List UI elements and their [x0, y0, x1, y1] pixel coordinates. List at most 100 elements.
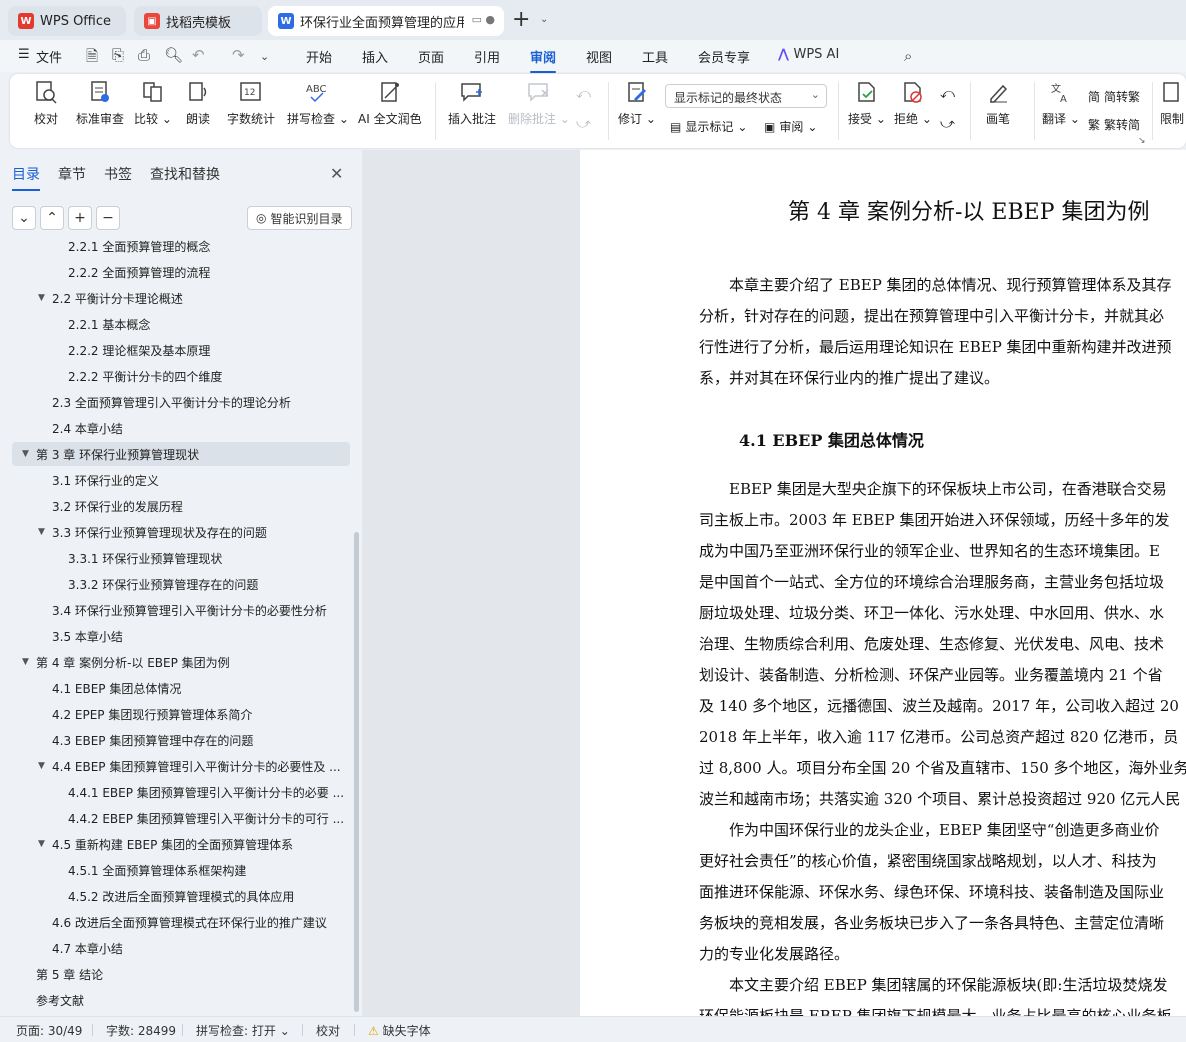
compare-button[interactable]: 比较 ⌄	[134, 74, 172, 127]
print-preview-icon[interactable]: 🔍︎	[164, 46, 183, 64]
toc-item[interactable]: 4.1 EBEP 集团总体情况	[38, 676, 350, 700]
read-aloud-button[interactable]: 朗读	[186, 74, 210, 127]
tab-find-replace[interactable]: 查找和替换	[150, 164, 220, 184]
toc-item[interactable]: ▼ 第 3 章 环保行业预算管理现状	[12, 442, 350, 466]
toc-item[interactable]: ▼ 2.2 平衡计分卡理论概述	[38, 286, 350, 310]
review-pane-button[interactable]: ▣ 审阅 ⌄	[764, 118, 817, 135]
new-tab-plus-icon[interactable]: +	[512, 9, 530, 31]
tab-document[interactable]: W 环保行业全面预算管理的应用研究 ▭ ●	[268, 6, 504, 36]
smart-toc-button[interactable]: ◎ 智能识别目录	[247, 206, 352, 230]
show-markup-button[interactable]: ▤ 显示标记 ⌄	[670, 118, 747, 135]
toc-item[interactable]: 4.6 改进后全面预算管理模式在环保行业的推广建议	[38, 910, 350, 934]
pen-button[interactable]: 画笔	[986, 74, 1010, 127]
next-change-icon[interactable]: ⤻	[940, 116, 955, 132]
expand-toggle-icon[interactable]: ▼	[38, 527, 52, 537]
close-icon[interactable]: ✕	[330, 164, 343, 183]
collapse-all-button[interactable]: ⌄	[12, 206, 36, 230]
toc-item[interactable]: 2.4 本章小结	[38, 416, 350, 440]
more-chevron-icon[interactable]: ⌄	[260, 50, 269, 63]
next-comment-icon[interactable]: ⤻	[576, 116, 591, 132]
track-changes-button[interactable]: 修订 ⌄	[618, 74, 656, 127]
toc-item[interactable]: 2.3 全面预算管理引入平衡计分卡的理论分析	[38, 390, 350, 414]
accept-button[interactable]: 接受 ⌄	[848, 74, 886, 127]
menu-file[interactable]: 文件	[36, 47, 62, 66]
toc-item[interactable]: ▼ 3.3 环保行业预算管理现状及存在的问题	[38, 520, 350, 544]
tab-toc[interactable]: 目录	[12, 164, 40, 191]
save-icon[interactable]: 🗎	[86, 46, 98, 71]
expand-toggle-icon[interactable]: ▼	[22, 657, 36, 667]
expand-toggle-icon[interactable]: ▼	[38, 293, 52, 303]
search-icon[interactable]: ⌕	[904, 47, 912, 65]
simp-to-trad-button[interactable]: 简简转繁	[1088, 88, 1140, 105]
tab-sections[interactable]: 章节	[58, 164, 86, 184]
menu-member[interactable]: 会员专享	[698, 47, 750, 66]
menu-tools[interactable]: 工具	[642, 47, 668, 66]
toc-item[interactable]: ▼ 4.5 重新构建 EBEP 集团的全面预算管理体系	[38, 832, 350, 856]
undo-icon[interactable]: ↶	[192, 46, 205, 64]
ribbon-expand-icon[interactable]: ↘	[1138, 136, 1146, 146]
reject-button[interactable]: 拒绝 ⌄	[894, 74, 932, 127]
toc-item[interactable]: 2.2.2 理论框架及基本原理	[54, 338, 350, 362]
toc-item[interactable]: 4.5.2 改进后全面预算管理模式的具体应用	[54, 884, 350, 908]
toc-item[interactable]: 4.7 本章小结	[38, 936, 350, 960]
toc-item[interactable]: 3.5 本章小结	[38, 624, 350, 648]
expand-toggle-icon[interactable]: ▼	[22, 449, 36, 459]
toc-item[interactable]: 4.5.1 全面预算管理体系框架构建	[54, 858, 350, 882]
toc-item[interactable]: ▼ 4.4 EBEP 集团预算管理引入平衡计分卡的必要性及 ...	[38, 754, 350, 778]
word-count-button[interactable]: 12 字数统计	[227, 74, 275, 127]
trad-to-simp-button[interactable]: 繁繁转简	[1088, 116, 1140, 133]
delete-comment-button[interactable]: 删除批注 ⌄	[508, 74, 570, 127]
toc-item[interactable]: 3.1 环保行业的定义	[38, 468, 350, 492]
tab-bookmarks[interactable]: 书签	[104, 164, 132, 184]
tab-wps-office[interactable]: W WPS Office	[8, 6, 126, 36]
toc-item[interactable]: 3.3.1 环保行业预算管理现状	[54, 546, 350, 570]
proof-button[interactable]: 校对	[34, 74, 58, 127]
menu-insert[interactable]: 插入	[362, 47, 388, 66]
monitor-icon[interactable]: ▭	[472, 13, 482, 26]
toc-item[interactable]: 4.4.1 EBEP 集团预算管理引入平衡计分卡的必要 ...	[54, 780, 350, 804]
toc-item[interactable]: 3.2 环保行业的发展历程	[38, 494, 350, 518]
hamburger-icon[interactable]: ☰	[18, 47, 30, 62]
print-icon[interactable]: ⎙	[138, 46, 150, 64]
ai-polish-button[interactable]: AI 全文润色	[358, 74, 422, 127]
menu-references[interactable]: 引用	[474, 47, 500, 66]
standard-review-button[interactable]: 标准审查	[76, 74, 124, 127]
menu-wps-ai[interactable]: ⋀ WPS AI	[778, 47, 839, 62]
toc-item[interactable]: ▼ 第 4 章 案例分析-以 EBEP 集团为例	[22, 650, 350, 674]
expand-up-button[interactable]: ⌃	[40, 206, 64, 230]
toc-item[interactable]: 3.3.2 环保行业预算管理存在的问题	[54, 572, 350, 596]
toc-item[interactable]: 4.3 EBEP 集团预算管理中存在的问题	[38, 728, 350, 752]
toc-item[interactable]: 4.2 EPEP 集团现行预算管理体系简介	[38, 702, 350, 726]
toc-item[interactable]: 参考文献	[22, 988, 350, 1012]
proof-indicator[interactable]: 校对	[316, 1022, 340, 1039]
export-icon[interactable]: ⎘	[112, 46, 124, 64]
spell-check-indicator[interactable]: 拼写检查: 打开 ⌄	[196, 1022, 290, 1039]
unsaved-dot-icon[interactable]: ●	[485, 13, 495, 26]
menu-view[interactable]: 视图	[586, 47, 612, 66]
expand-toggle-icon[interactable]: ▼	[38, 761, 52, 771]
toc-item[interactable]: 4.4.2 EBEP 集团预算管理引入平衡计分卡的可行 ...	[54, 806, 350, 830]
toc-item[interactable]: 3.4 环保行业预算管理引入平衡计分卡的必要性分析	[38, 598, 350, 622]
toc-scrollbar[interactable]	[354, 532, 359, 1012]
redo-icon[interactable]: ↷	[232, 46, 245, 64]
expand-toggle-icon[interactable]: ▼	[38, 839, 52, 849]
toc-item[interactable]: 第 5 章 结论	[22, 962, 350, 986]
chevron-down-icon[interactable]: ⌄	[540, 14, 548, 25]
translate-button[interactable]: 文A 翻译 ⌄	[1042, 74, 1080, 127]
add-heading-button[interactable]: +	[68, 206, 92, 230]
menu-page[interactable]: 页面	[418, 47, 444, 66]
restrict-editing-button[interactable]: 限制	[1160, 74, 1184, 127]
word-count-indicator[interactable]: 字数: 28499	[106, 1022, 176, 1039]
markup-mode-select[interactable]: 显示标记的最终状态 ⌄	[665, 84, 827, 108]
previous-comment-icon[interactable]: ⤺	[576, 86, 591, 102]
tab-templates[interactable]: ▣ 找稻壳模板	[134, 6, 262, 36]
menu-home[interactable]: 开始	[306, 47, 332, 66]
remove-heading-button[interactable]: −	[96, 206, 120, 230]
missing-font-indicator[interactable]: ⚠ 缺失字体	[368, 1022, 431, 1039]
toc-item[interactable]: 2.2.2 全面预算管理的流程	[54, 260, 350, 284]
document-page[interactable]: 第 4 章 案例分析-以 EBEP 集团为例 4.1 EBEP 集团总体情况 本…	[580, 150, 1186, 1016]
previous-change-icon[interactable]: ⤺	[940, 86, 955, 102]
toc-item[interactable]: 2.2.1 基本概念	[54, 312, 350, 336]
toc-item[interactable]: 2.2.1 全面预算管理的概念	[54, 238, 350, 258]
insert-comment-button[interactable]: 插入批注	[448, 74, 496, 127]
